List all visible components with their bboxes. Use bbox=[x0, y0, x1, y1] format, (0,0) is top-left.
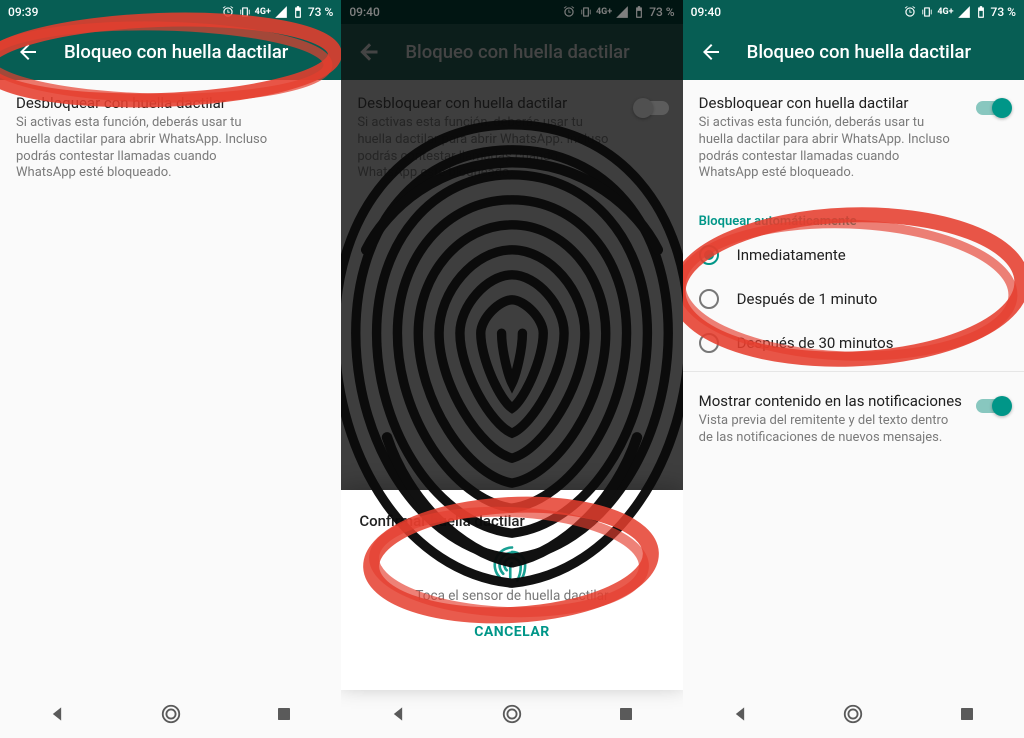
autolock-option-immediately[interactable]: Inmediatamente bbox=[683, 233, 1024, 277]
autolock-option-30min[interactable]: Después de 30 minutos bbox=[683, 321, 1024, 365]
scrim-overlay bbox=[341, 0, 682, 490]
app-bar: Bloqueo con huella dactilar bbox=[683, 24, 1024, 80]
nav-back-button[interactable] bbox=[33, 690, 81, 738]
status-bar: 09:40 4G+ 73 % bbox=[683, 0, 1024, 24]
screen-3: 09:40 4G+ 73 % Bloqueo con huella dactil… bbox=[683, 0, 1024, 738]
nav-recents-button[interactable] bbox=[260, 690, 308, 738]
battery-percent: 73 % bbox=[991, 5, 1016, 19]
status-time: 09:40 bbox=[691, 5, 721, 19]
unlock-desc: Si activas esta función, deberás usar tu… bbox=[16, 115, 325, 183]
alarm-icon bbox=[221, 5, 235, 19]
notify-desc: Vista previa del remitente y del texto d… bbox=[699, 413, 1008, 447]
page-title: Bloqueo con huella dactilar bbox=[747, 41, 971, 63]
radio-icon bbox=[699, 289, 719, 309]
unlock-title: Desbloquear con huella dactilar bbox=[699, 94, 1008, 113]
app-bar: Bloqueo con huella dactilar bbox=[0, 24, 341, 80]
dialog-hint: Toca el sensor de huella dactilar bbox=[359, 588, 664, 604]
notify-toggle[interactable] bbox=[976, 396, 1010, 416]
nav-bar bbox=[0, 690, 341, 738]
unlock-setting-row[interactable]: Desbloquear con huella dactilar Si activ… bbox=[0, 80, 341, 196]
nav-home-button[interactable] bbox=[829, 690, 877, 738]
page-title: Bloqueo con huella dactilar bbox=[64, 41, 288, 63]
autolock-section-header: Bloquear automáticamente bbox=[683, 196, 1024, 233]
status-right: 4G+ 73 % bbox=[903, 5, 1016, 19]
unlock-title: Desbloquear con huella dactilar bbox=[16, 94, 325, 113]
fingerprint-icon bbox=[491, 544, 533, 586]
fingerprint-dialog: Confirmar huella dactilar Toca el sensor… bbox=[341, 490, 682, 690]
nav-bar bbox=[683, 690, 1024, 738]
dialog-title: Confirmar huella dactilar bbox=[359, 512, 664, 530]
notify-title: Mostrar contenido en las notificaciones bbox=[699, 392, 1008, 411]
nav-back-button[interactable] bbox=[374, 690, 422, 738]
battery-icon bbox=[974, 5, 988, 19]
status-right: 4G+ 73 % bbox=[221, 5, 334, 19]
content-area: Desbloquear con huella dactilar Si activ… bbox=[0, 80, 341, 690]
back-icon[interactable] bbox=[699, 40, 723, 64]
cancel-button[interactable]: CANCELAR bbox=[359, 604, 664, 646]
unlock-setting-row[interactable]: Desbloquear con huella dactilar Si activ… bbox=[683, 80, 1024, 196]
nav-back-button[interactable] bbox=[716, 690, 764, 738]
radio-icon bbox=[699, 245, 719, 265]
network-label: 4G+ bbox=[937, 7, 953, 17]
vibrate-icon bbox=[920, 5, 934, 19]
nav-bar bbox=[341, 690, 682, 738]
alarm-icon bbox=[903, 5, 917, 19]
signal-icon bbox=[957, 5, 971, 19]
nav-recents-button[interactable] bbox=[943, 690, 991, 738]
battery-icon bbox=[291, 5, 305, 19]
content-area: Desbloquear con huella dactilar Si activ… bbox=[683, 80, 1024, 690]
status-time: 09:39 bbox=[8, 5, 38, 19]
radio-label: Después de 30 minutos bbox=[737, 334, 894, 352]
screen-2: 09:40 4G+ 73 % Bloqueo con huella dactil… bbox=[341, 0, 682, 738]
radio-label: Después de 1 minuto bbox=[737, 290, 878, 308]
unlock-desc: Si activas esta función, deberás usar tu… bbox=[699, 115, 1008, 183]
divider bbox=[683, 371, 1024, 372]
nav-home-button[interactable] bbox=[147, 690, 195, 738]
radio-label: Inmediatamente bbox=[737, 246, 846, 264]
nav-home-button[interactable] bbox=[488, 690, 536, 738]
back-icon[interactable] bbox=[16, 40, 40, 64]
signal-icon bbox=[274, 5, 288, 19]
unlock-toggle[interactable] bbox=[976, 98, 1010, 118]
screen-1: 09:39 4G+ 73 % Bloqueo con huella dactil… bbox=[0, 0, 341, 738]
network-label: 4G+ bbox=[255, 7, 271, 17]
battery-percent: 73 % bbox=[308, 5, 333, 19]
nav-recents-button[interactable] bbox=[602, 690, 650, 738]
status-bar: 09:39 4G+ 73 % bbox=[0, 0, 341, 24]
notify-setting-row[interactable]: Mostrar contenido en las notificaciones … bbox=[683, 378, 1024, 461]
radio-icon bbox=[699, 333, 719, 353]
vibrate-icon bbox=[238, 5, 252, 19]
autolock-option-1min[interactable]: Después de 1 minuto bbox=[683, 277, 1024, 321]
